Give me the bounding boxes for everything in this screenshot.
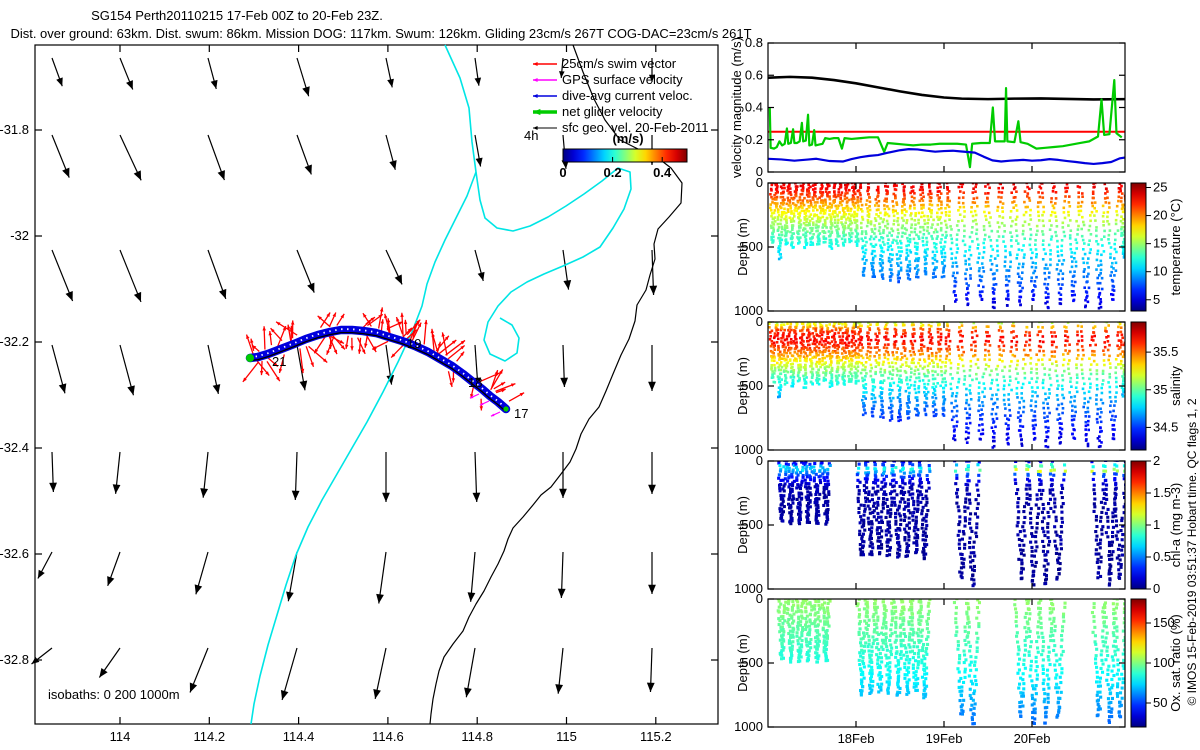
colorbar-tick-label: 50 <box>1153 695 1167 710</box>
colorbar-tick-label: 0 <box>1153 581 1160 596</box>
panel-y-tick-label: 0.4 <box>745 100 763 115</box>
colorbar-tick-label: 25 <box>1153 179 1167 194</box>
panel-y-tick-label: 1000 <box>734 719 763 734</box>
track-day-label: 19 <box>407 336 421 351</box>
panel-y-tick-label: 0 <box>756 175 763 190</box>
map-y-tick-label: -32.8 <box>0 652 29 667</box>
legend-item-label: GPS surface velocity <box>562 72 683 87</box>
oxygen-panel: 05001000Depth (m) <box>734 591 1126 734</box>
panel-y-tick-label: 0 <box>756 314 763 329</box>
colorbar-unit-label: temperature (°C) <box>1168 199 1183 296</box>
colorbar-tick-label: 35.5 <box>1153 344 1178 359</box>
panel-y-tick-label: 0.6 <box>745 67 763 82</box>
glider-track: 21 19 18 17 <box>242 307 528 421</box>
map-y-tick-label: -32.6 <box>0 546 29 561</box>
legend-item-label: net glider velocity <box>562 104 663 119</box>
colorbar-unit-label: chl-a (mg m-3) <box>1168 483 1183 568</box>
latest-position-dot <box>246 354 254 362</box>
map-y-tick-label: -31.8 <box>0 122 29 137</box>
colorbar-tick-label: 5 <box>1153 292 1160 307</box>
track-day-label: 18 <box>468 375 482 390</box>
track-day-label: 21 <box>272 354 286 369</box>
map-x-tick-label: 114.2 <box>194 729 226 744</box>
depth-axis-label: Depth (m) <box>735 218 750 276</box>
colorbar: 50100150Ox. sat. ratio (%) <box>1130 598 1183 728</box>
dive-points <box>776 599 1125 726</box>
legend-colorbar-tick: 0 <box>559 165 566 180</box>
panel-y-tick-label: 0 <box>756 591 763 606</box>
colorbar-tick-label: 10 <box>1153 264 1167 279</box>
colorbar: 00.511.52chl-a (mg m-3) <box>1130 453 1183 596</box>
colorbar-tick-label: 2 <box>1153 453 1160 468</box>
map-x-tick-label: 115 <box>556 729 577 744</box>
legend-colorbar-tick: 0.4 <box>653 165 672 180</box>
legend-item-label: dive-avg current veloc. <box>562 88 693 103</box>
imos-credit-text: © IMOS 15-Feb-2019 03:51:37 Hobart time.… <box>1185 398 1199 705</box>
depth-axis-label: Depth (m) <box>735 634 750 692</box>
colorbar: 5 10 15 20 25temperature (°C) <box>1130 179 1183 312</box>
colorbar-tick-label: 34.5 <box>1153 419 1178 434</box>
map-x-tick-label: 114.4 <box>283 729 315 744</box>
colorbar: 34.5 35 35.5 salinity <box>1130 321 1183 451</box>
legend-item-label: 25cm/s swim vector <box>562 56 677 71</box>
dive-points <box>768 322 1125 449</box>
temperature-panel: 05001000Depth (m) <box>734 175 1126 318</box>
map-x-tick-label: 114.6 <box>372 729 404 744</box>
start-position-dot <box>503 406 509 412</box>
colorbar-tick-label: 15 <box>1153 236 1167 251</box>
colorbar-tick-label: 20 <box>1153 208 1167 223</box>
dive-points <box>769 183 1125 310</box>
panel-y-tick-label: 0.8 <box>745 35 763 50</box>
map-y-tick-label: -32 <box>10 228 29 243</box>
map-legend: 25cm/s swim vectorGPS surface velocitydi… <box>524 56 708 180</box>
colorbar-tick-label: 1 <box>1153 517 1160 532</box>
isobaths-note: isobaths: 0 200 1000m <box>48 687 180 702</box>
dive-avg-band <box>245 325 511 414</box>
dive-points <box>777 461 1125 588</box>
map-x-tick-label: 115.2 <box>640 729 672 744</box>
time-tick-label: 19Feb <box>926 731 963 746</box>
colorbar-unit-label: Ox. sat. ratio (%) <box>1168 614 1183 712</box>
legend-duration-label: 4h <box>524 128 538 143</box>
track-day-label: 17 <box>514 406 528 421</box>
depth-axis-label: Depth (m) <box>735 496 750 554</box>
time-tick-label: 18Feb <box>838 731 875 746</box>
figure-canvas: SG154 Perth20110215 17-Feb 00Z to 20-Feb… <box>0 8 1199 746</box>
time-axis-labels: 18Feb 19Feb 20Feb <box>838 731 1051 746</box>
legend-colorbar-tick: 0.2 <box>604 165 622 180</box>
time-tick-label: 20Feb <box>1014 731 1051 746</box>
isobath-lines <box>250 44 632 725</box>
velocity-series <box>768 75 1125 169</box>
colorbar-unit-label: salinity <box>1168 366 1183 406</box>
glider-mission-figure: SG154 Perth20110215 17-Feb 00Z to 20-Feb… <box>0 0 1200 750</box>
colorbar-tick-label: 35 <box>1153 382 1167 397</box>
panel-y-tick-label: 0.2 <box>745 132 763 147</box>
profile-panels: 00.20.40.60.8velocity magnitude (m/s)050… <box>729 35 1199 746</box>
figure-subtitle: Dist. over ground: 63km. Dist. swum: 86k… <box>10 26 751 41</box>
map-y-tick-label: -32.2 <box>0 334 29 349</box>
figure-title: SG154 Perth20110215 17-Feb 00Z to 20-Feb… <box>91 8 383 23</box>
map-y-tick-label: -32.4 <box>0 440 29 455</box>
map-plot: 114 114.2 114.4 114.6 114.8 115 115.2 -31.8 -32 -… <box>0 44 719 744</box>
legend-colorbar-title: (m/s) <box>612 131 643 146</box>
chla-panel: 05001000Depth (m) <box>734 453 1126 596</box>
velocity-panel: 00.20.40.60.8velocity magnitude (m/s) <box>729 35 1126 179</box>
map-x-tick-label: 114 <box>110 729 131 744</box>
surface-fix-dots <box>249 328 507 409</box>
velocity-y-label: velocity magnitude (m/s) <box>729 37 744 178</box>
panel-y-tick-label: 0 <box>756 453 763 468</box>
salinity-panel: 05001000Depth (m) <box>734 314 1126 457</box>
depth-axis-label: Depth (m) <box>735 357 750 415</box>
velocity-frame: 00.20.40.60.8 <box>745 35 1126 179</box>
map-x-tick-label: 114.8 <box>461 729 493 744</box>
credit: © IMOS 15-Feb-2019 03:51:37 Hobart time.… <box>1185 398 1199 705</box>
isobaths-note-text: isobaths: 0 200 1000m <box>48 687 180 702</box>
